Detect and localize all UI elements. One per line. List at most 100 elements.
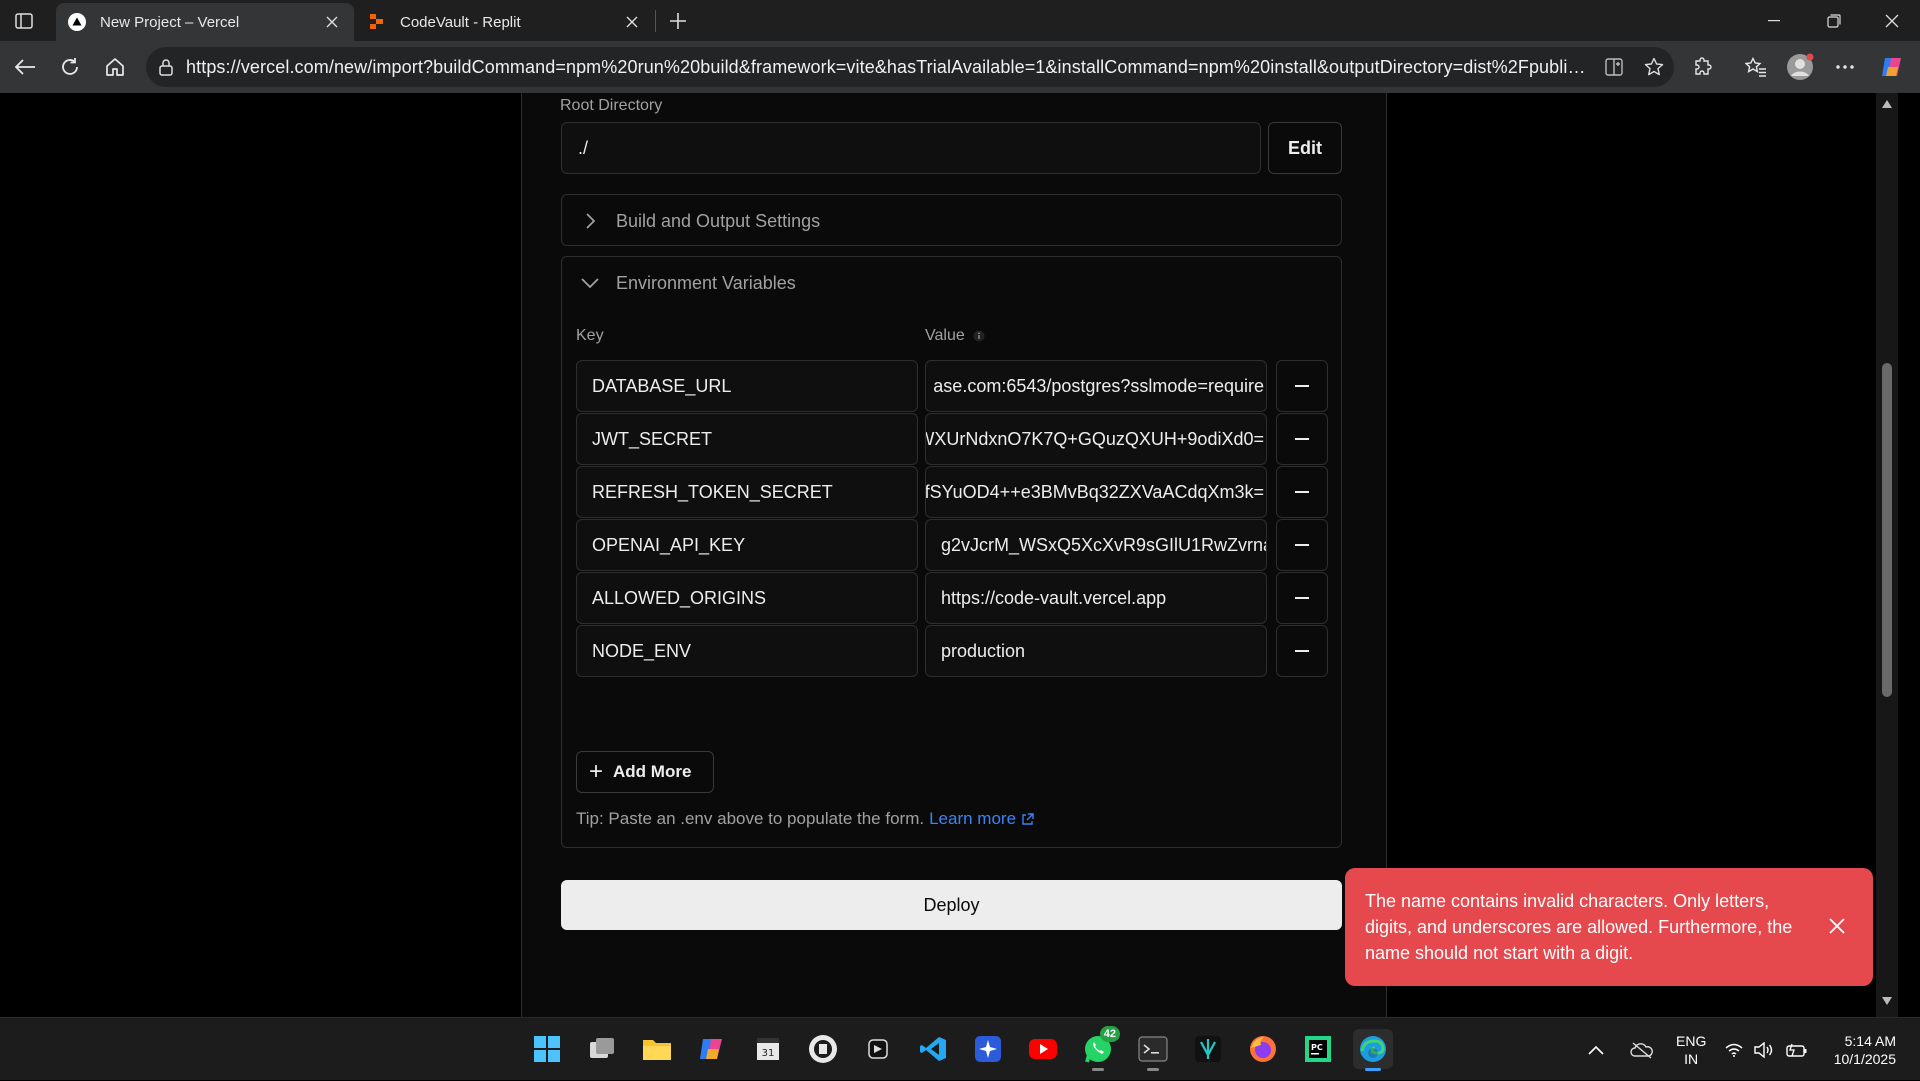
close-toast-icon[interactable] xyxy=(1823,912,1851,940)
chevron-down-icon xyxy=(578,271,602,295)
wifi-icon[interactable] xyxy=(1725,1018,1743,1081)
browser-toolbar: https://vercel.com/new/import?buildComma… xyxy=(0,41,1920,93)
env-value-text: production xyxy=(941,640,1026,661)
value-header-text: Value xyxy=(925,327,965,344)
tab-vercel[interactable]: New Project – Vercel xyxy=(56,3,354,41)
env-key-input[interactable]: DATABASE_URL xyxy=(576,360,918,412)
remove-env-var-button[interactable] xyxy=(1276,466,1328,518)
clipchamp-icon[interactable]: 31 xyxy=(748,1029,788,1069)
edit-root-directory-button[interactable]: Edit xyxy=(1268,122,1342,174)
tab-title: New Project – Vercel xyxy=(100,13,240,31)
split-screen-icon[interactable] xyxy=(1594,58,1634,76)
env-var-row: ALLOWED_ORIGINS https://code-vault.vercel… xyxy=(576,572,1328,624)
tip-text: Tip: Paste an .env above to populate the… xyxy=(576,809,925,828)
start-icon[interactable] xyxy=(527,1029,567,1069)
env-value-text: https://code-vault.vercel.app xyxy=(941,587,1167,608)
page-viewport: Root Directory ./ Edit Build and Output … xyxy=(5,93,1898,1017)
extensions-icon[interactable] xyxy=(1687,51,1719,83)
teal-app-icon[interactable] xyxy=(1188,1029,1228,1069)
env-var-row: REFRESH_TOKEN_SECRET 0fSYuOD4++e3BMvBq32Z… xyxy=(576,466,1328,518)
tab-replit[interactable]: CodeVault - Replit xyxy=(356,3,654,41)
address-bar[interactable]: https://vercel.com/new/import?buildComma… xyxy=(146,47,1674,87)
firefox-icon[interactable] xyxy=(1243,1029,1283,1069)
env-key-input[interactable]: OPENAI_API_KEY xyxy=(576,519,918,571)
terminal-icon[interactable] xyxy=(1133,1029,1173,1071)
site-info-icon[interactable] xyxy=(146,58,186,76)
box-app-icon[interactable] xyxy=(858,1029,898,1069)
clock-date: 10/1/2025 xyxy=(1833,1051,1896,1067)
edge-icon[interactable] xyxy=(1353,1029,1393,1071)
system-clock[interactable]: 5:14 AM 10/1/2025 xyxy=(1822,1032,1896,1068)
refresh-icon[interactable] xyxy=(54,51,86,83)
sparkle-app-icon[interactable] xyxy=(968,1029,1008,1069)
root-directory-input[interactable]: ./ xyxy=(561,122,1261,174)
info-icon[interactable] xyxy=(973,330,985,342)
env-value-input[interactable]: 0fSYuOD4++e3BMvBq32ZXVaACdqXm3k= xyxy=(925,466,1267,518)
tab-actions-icon[interactable] xyxy=(12,10,36,32)
remove-env-var-button[interactable] xyxy=(1276,360,1328,412)
profile-avatar[interactable] xyxy=(1784,51,1816,83)
close-tab-icon[interactable] xyxy=(622,12,642,32)
close-window-icon[interactable] xyxy=(1864,0,1920,41)
page-scrollbar[interactable] xyxy=(1876,93,1898,1017)
battery-charging-icon[interactable] xyxy=(1786,1018,1808,1081)
svg-text:31: 31 xyxy=(762,1048,775,1059)
youtube-icon[interactable] xyxy=(1023,1029,1063,1069)
input-language-indicator[interactable]: ENG IN xyxy=(1676,1032,1706,1068)
env-value-input[interactable]: g2vJcrM_WSxQ5XcXvR9sGIlU1RwZvrnaLk xyxy=(925,519,1267,571)
vscode-icon[interactable] xyxy=(913,1029,953,1069)
more-options-icon[interactable] xyxy=(1829,51,1861,83)
remove-env-var-button[interactable] xyxy=(1276,519,1328,571)
back-icon[interactable] xyxy=(9,51,41,83)
restore-icon[interactable] xyxy=(1806,0,1862,41)
env-key-input[interactable]: JWT_SECRET xyxy=(576,413,918,465)
whatsapp-badge: 42 xyxy=(1099,1026,1120,1042)
build-output-settings-label: Build and Output Settings xyxy=(616,210,821,231)
circle-app-icon[interactable] xyxy=(803,1029,843,1069)
close-tab-icon[interactable] xyxy=(322,12,342,32)
minimize-icon[interactable] xyxy=(1746,0,1802,41)
show-hidden-icons[interactable] xyxy=(1588,1018,1604,1081)
favorites-icon[interactable] xyxy=(1740,51,1772,83)
copilot-icon[interactable] xyxy=(1876,51,1908,83)
learn-more-link[interactable]: Learn more xyxy=(929,809,1016,829)
build-output-settings-accordion[interactable]: Build and Output Settings xyxy=(561,194,1342,246)
home-icon[interactable] xyxy=(99,51,131,83)
minus-icon xyxy=(1295,385,1309,387)
env-key-text: NODE_ENV xyxy=(592,640,692,661)
favorite-star-icon[interactable] xyxy=(1634,57,1674,77)
remove-env-var-button[interactable] xyxy=(1276,413,1328,465)
env-var-row: OPENAI_API_KEY g2vJcrM_WSxQ5XcXvR9sGIlU1R… xyxy=(576,519,1328,571)
volume-icon[interactable] xyxy=(1754,1018,1774,1081)
env-value-text: ase.com:6543/postgres?sslmode=require xyxy=(933,375,1264,396)
env-key-input[interactable]: NODE_ENV xyxy=(576,625,918,677)
pycharm-icon[interactable]: PC xyxy=(1298,1029,1338,1069)
env-key-input[interactable]: REFRESH_TOKEN_SECRET xyxy=(576,466,918,518)
new-tab-icon[interactable] xyxy=(664,7,692,35)
scroll-up-icon[interactable] xyxy=(1881,98,1893,110)
environment-variables-header[interactable]: Environment Variables xyxy=(578,271,796,295)
scroll-down-icon[interactable] xyxy=(1881,995,1893,1007)
copilot-taskbar-icon[interactable] xyxy=(692,1029,732,1069)
deploy-button[interactable]: Deploy xyxy=(561,880,1342,930)
key-column-header: Key xyxy=(576,327,604,344)
remove-env-var-button[interactable] xyxy=(1276,572,1328,624)
env-key-input[interactable]: ALLOWED_ORIGINS xyxy=(576,572,918,624)
env-value-input[interactable]: production xyxy=(925,625,1267,677)
env-value-input[interactable]: https://code-vault.vercel.app xyxy=(925,572,1267,624)
chevron-right-icon xyxy=(578,209,602,233)
remove-env-var-button[interactable] xyxy=(1276,625,1328,677)
file-explorer-icon[interactable] xyxy=(637,1029,677,1069)
running-indicator xyxy=(1147,1068,1159,1071)
task-view-icon[interactable] xyxy=(582,1029,622,1069)
env-value-input[interactable]: ase.com:6543/postgres?sslmode=require xyxy=(925,360,1267,412)
env-var-row: NODE_ENV production xyxy=(576,625,1328,677)
url-text: https://vercel.com/new/import?buildComma… xyxy=(186,56,1594,77)
scrollbar-thumb[interactable] xyxy=(1882,363,1892,697)
add-more-button[interactable]: + Add More xyxy=(576,751,714,793)
onedrive-offline-icon[interactable] xyxy=(1630,1018,1654,1081)
env-key-text: DATABASE_URL xyxy=(592,375,732,396)
env-value-input[interactable]: pWXUrNdxnO7K7Q+GQuzQXUH+9odiXd0= xyxy=(925,413,1267,465)
whatsapp-icon[interactable]: 42 xyxy=(1078,1026,1120,1071)
external-link-icon[interactable] xyxy=(1021,812,1034,826)
